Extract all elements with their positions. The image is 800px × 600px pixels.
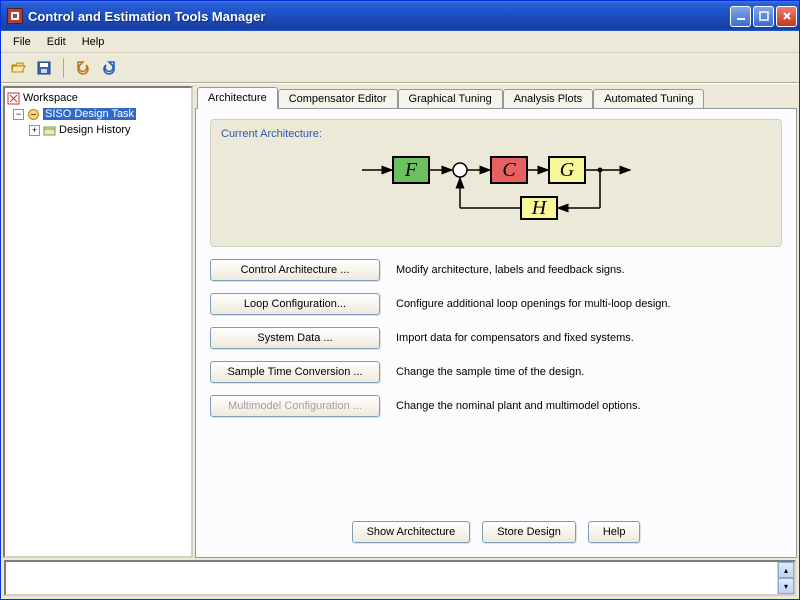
system-data-desc: Import data for compensators and fixed s… [396,332,634,344]
help-button[interactable]: Help [588,521,641,543]
row-sample-time: Sample Time Conversion ... Change the sa… [210,361,782,383]
tree-root[interactable]: Workspace [7,90,189,106]
tab-compensator[interactable]: Compensator Editor [278,89,398,108]
window-title: Control and Estimation Tools Manager [28,9,730,24]
row-multimodel: Multimodel Configuration ... Change the … [210,395,782,417]
undo-button[interactable] [72,57,94,79]
maximize-button[interactable] [753,6,774,27]
content-panel: Architecture Compensator Editor Graphica… [195,86,797,558]
block-g: G [548,156,586,184]
toolbar-separator [63,58,64,78]
control-architecture-desc: Modify architecture, labels and feedback… [396,264,625,276]
window-controls [730,6,797,27]
floppy-icon [36,60,52,76]
siso-icon [27,108,40,121]
undo-icon [75,60,91,76]
tree-history[interactable]: + Design History [7,122,189,138]
menu-help[interactable]: Help [74,33,113,51]
minimize-button[interactable] [730,6,751,27]
output-pane[interactable]: ▴ ▾ [4,560,796,596]
save-button[interactable] [33,57,55,79]
block-c: C [490,156,528,184]
redo-icon [101,60,117,76]
show-architecture-button[interactable]: Show Architecture [352,521,471,543]
footer-buttons: Show Architecture Store Design Help [210,511,782,547]
app-icon [7,8,23,24]
menubar: File Edit Help [1,31,799,53]
system-data-button[interactable]: System Data ... [210,327,380,349]
open-button[interactable] [7,57,29,79]
multimodel-desc: Change the nominal plant and multimodel … [396,400,641,412]
close-button[interactable] [776,6,797,27]
tree-root-label: Workspace [23,92,78,104]
scroll-down-button[interactable]: ▾ [778,578,794,594]
collapse-icon[interactable]: − [13,109,24,120]
multimodel-button: Multimodel Configuration ... [210,395,380,417]
block-f: F [392,156,430,184]
group-title: Current Architecture: [221,128,771,140]
toolbar [1,53,799,83]
vertical-scrollbar[interactable]: ▴ ▾ [777,562,794,594]
app-window: Control and Estimation Tools Manager Fil… [0,0,800,600]
tab-row: Architecture Compensator Editor Graphica… [195,86,797,108]
menu-file[interactable]: File [5,33,39,51]
block-diagram: F C G H [221,146,771,228]
workspace-icon [7,92,20,105]
row-loop-configuration: Loop Configuration... Configure addition… [210,293,782,315]
scroll-up-button[interactable]: ▴ [778,562,794,578]
tree-task-label: SISO Design Task [43,108,136,120]
tab-analysis-plots[interactable]: Analysis Plots [503,89,593,108]
block-h: H [520,196,558,220]
tree-history-label: Design History [59,124,131,136]
tab-automated-tuning[interactable]: Automated Tuning [593,89,704,108]
control-architecture-button[interactable]: Control Architecture ... [210,259,380,281]
chevron-up-icon: ▴ [784,566,788,575]
current-architecture-group: Current Architecture: [210,119,782,247]
titlebar[interactable]: Control and Estimation Tools Manager [1,1,799,31]
loop-configuration-desc: Configure additional loop openings for m… [396,298,671,310]
sample-time-desc: Change the sample time of the design. [396,366,584,378]
sample-time-button[interactable]: Sample Time Conversion ... [210,361,380,383]
tab-architecture[interactable]: Architecture [197,87,278,109]
workspace-tree[interactable]: Workspace − SISO Design Task + Design Hi… [3,86,193,558]
history-icon [43,124,56,137]
tab-graphical-tuning[interactable]: Graphical Tuning [398,89,503,108]
chevron-down-icon: ▾ [784,582,788,591]
expand-icon[interactable]: + [29,125,40,136]
row-control-architecture: Control Architecture ... Modify architec… [210,259,782,281]
store-design-button[interactable]: Store Design [482,521,576,543]
loop-configuration-button[interactable]: Loop Configuration... [210,293,380,315]
row-system-data: System Data ... Import data for compensa… [210,327,782,349]
tree-task[interactable]: − SISO Design Task [7,106,189,122]
tab-body: Current Architecture: [195,108,797,558]
redo-button[interactable] [98,57,120,79]
folder-open-icon [10,60,26,76]
main-area: Workspace − SISO Design Task + Design Hi… [1,83,799,560]
menu-edit[interactable]: Edit [39,33,74,51]
